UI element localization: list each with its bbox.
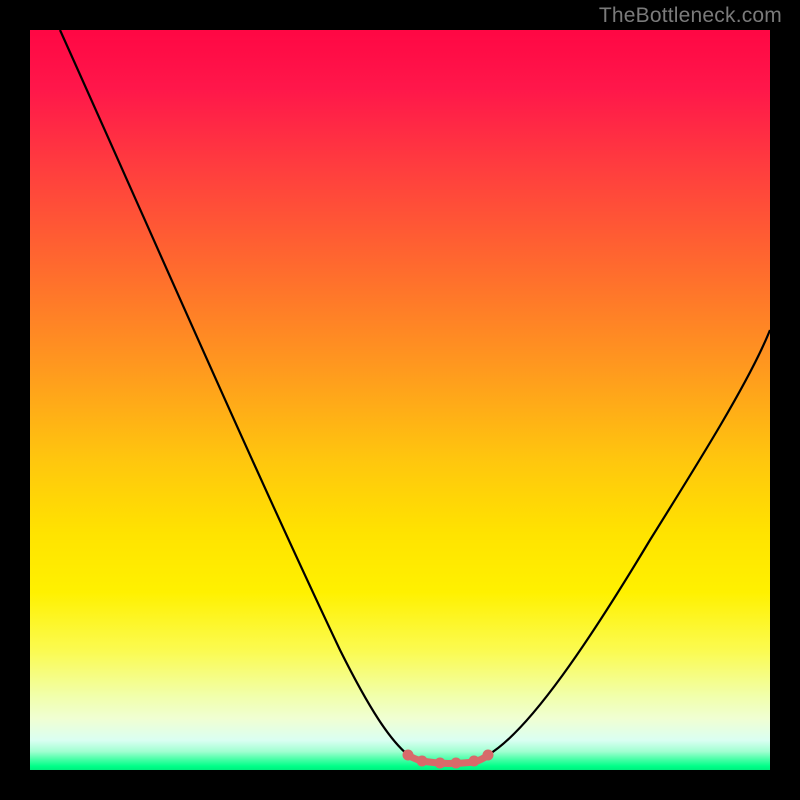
optimal-highlight-dot (435, 758, 446, 769)
bottleneck-curve-left (60, 30, 408, 755)
optimal-highlight-dot (469, 756, 480, 767)
watermark-text: TheBottleneck.com (599, 4, 782, 28)
bottleneck-curve-right (488, 330, 770, 755)
optimal-highlight-dot (417, 756, 428, 767)
optimal-highlight-dot (451, 758, 462, 769)
chart-frame: TheBottleneck.com (0, 0, 800, 800)
plot-area (30, 30, 770, 770)
optimal-highlight-dot (403, 750, 414, 761)
optimal-highlight-dot (483, 750, 494, 761)
curve-layer (30, 30, 770, 770)
